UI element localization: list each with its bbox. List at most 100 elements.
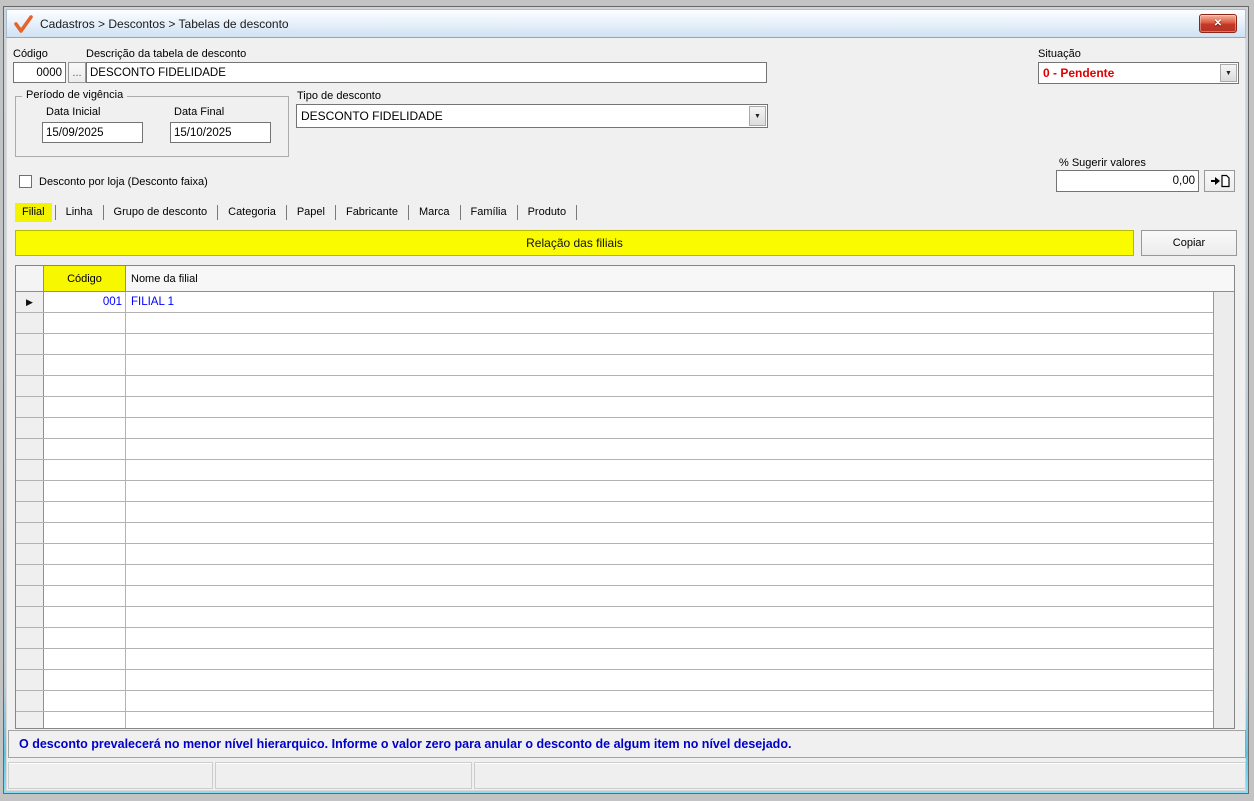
row-indicator-cell — [16, 313, 44, 333]
tipo-desconto-label: Tipo de desconto — [297, 90, 381, 102]
cell-codigo — [44, 397, 126, 417]
grid-vertical-scrollbar[interactable] — [1213, 292, 1234, 728]
table-row[interactable] — [16, 649, 1213, 670]
cell-codigo — [44, 313, 126, 333]
title-bar: Cadastros > Descontos > Tabelas de desco… — [6, 9, 1246, 38]
table-row[interactable] — [16, 544, 1213, 565]
situacao-value: 0 - Pendente — [1043, 63, 1218, 83]
descricao-label: Descrição da tabela de desconto — [86, 48, 246, 60]
table-row[interactable] — [16, 691, 1213, 712]
table-row[interactable] — [16, 418, 1213, 439]
row-indicator-cell — [16, 670, 44, 690]
tab-papel[interactable]: Papel — [290, 203, 332, 222]
tab-categoria[interactable]: Categoria — [221, 203, 283, 222]
tab-grupo-de-desconto[interactable]: Grupo de desconto — [107, 203, 215, 222]
cell-nome — [126, 418, 1213, 438]
tab-fabricante[interactable]: Fabricante — [339, 203, 405, 222]
table-row[interactable] — [16, 313, 1213, 334]
row-indicator-cell — [16, 544, 44, 564]
table-row[interactable] — [16, 565, 1213, 586]
cell-codigo — [44, 691, 126, 711]
app-logo-checkmark-icon — [14, 15, 34, 33]
table-row[interactable] — [16, 334, 1213, 355]
table-row[interactable] — [16, 670, 1213, 691]
sugerir-valores-input[interactable] — [1056, 170, 1199, 192]
table-row[interactable] — [16, 502, 1213, 523]
codigo-input[interactable] — [13, 62, 66, 83]
row-indicator-cell — [16, 628, 44, 648]
grid-header: Código Nome da filial — [16, 266, 1234, 292]
table-row[interactable] — [16, 397, 1213, 418]
tab-filial[interactable]: Filial — [15, 203, 52, 222]
tab-separator — [217, 205, 218, 220]
row-indicator-cell — [16, 334, 44, 354]
desconto-por-loja-label: Desconto por loja (Desconto faixa) — [39, 176, 208, 188]
tipo-desconto-value: DESCONTO FIDELIDADE — [301, 105, 747, 127]
table-row[interactable] — [16, 586, 1213, 607]
periodo-vigencia-group: Período de vigência Data Inicial Data Fi… — [15, 96, 289, 157]
cell-codigo — [44, 376, 126, 396]
row-indicator-cell — [16, 460, 44, 480]
tipo-desconto-dropdown-icon[interactable]: ▼ — [749, 106, 766, 126]
cell-codigo — [44, 628, 126, 648]
filiais-grid: Código Nome da filial ▶ 001 FILIAL 1 — [15, 265, 1235, 729]
tab-separator — [286, 205, 287, 220]
cell-codigo — [44, 565, 126, 585]
table-row[interactable] — [16, 607, 1213, 628]
table-row-selected[interactable]: ▶ 001 FILIAL 1 — [16, 292, 1213, 313]
table-row[interactable] — [16, 460, 1213, 481]
tipo-desconto-select[interactable]: DESCONTO FIDELIDADE ▼ — [296, 104, 768, 128]
descricao-input[interactable] — [86, 62, 767, 83]
row-indicator-cell — [16, 712, 44, 728]
table-row[interactable] — [16, 628, 1213, 649]
codigo-browse-button[interactable]: ... — [68, 62, 86, 83]
table-row[interactable] — [16, 523, 1213, 544]
status-panel-2 — [215, 762, 472, 789]
apply-sugerir-button[interactable] — [1204, 170, 1235, 192]
table-row[interactable] — [16, 376, 1213, 397]
table-row[interactable] — [16, 712, 1213, 728]
tab-marca[interactable]: Marca — [412, 203, 457, 222]
data-inicial-input[interactable] — [42, 122, 143, 143]
desconto-por-loja-row: Desconto por loja (Desconto faixa) — [19, 175, 208, 188]
table-row[interactable] — [16, 355, 1213, 376]
tab-linha[interactable]: Linha — [59, 203, 100, 222]
cell-nome — [126, 565, 1213, 585]
close-button[interactable]: ✕ — [1199, 14, 1237, 33]
cell-nome — [126, 607, 1213, 627]
table-row[interactable] — [16, 481, 1213, 502]
band-title: Relação das filiais — [15, 230, 1134, 256]
hint-message-bar: O desconto prevalecerá no menor nível hi… — [8, 730, 1246, 758]
situacao-dropdown-icon[interactable]: ▼ — [1220, 64, 1237, 82]
tab-familia[interactable]: Família — [464, 203, 514, 222]
situacao-select[interactable]: 0 - Pendente ▼ — [1038, 62, 1239, 84]
cell-codigo: 001 — [44, 292, 126, 312]
grid-header-codigo: Código — [44, 266, 126, 291]
cell-codigo — [44, 649, 126, 669]
copy-button[interactable]: Copiar — [1141, 230, 1237, 256]
tab-separator — [103, 205, 104, 220]
cell-nome — [126, 397, 1213, 417]
cell-nome — [126, 712, 1213, 728]
cell-codigo — [44, 712, 126, 728]
row-indicator-cell — [16, 376, 44, 396]
row-indicator-cell — [16, 607, 44, 627]
table-row[interactable] — [16, 439, 1213, 460]
cell-nome — [126, 523, 1213, 543]
row-indicator-cell — [16, 439, 44, 459]
tab-produto[interactable]: Produto — [521, 203, 574, 222]
row-indicator-cell — [16, 649, 44, 669]
grid-header-nome: Nome da filial — [126, 266, 1234, 291]
arrow-to-document-icon — [1210, 174, 1230, 188]
periodo-vigencia-legend: Período de vigência — [22, 89, 127, 101]
data-final-input[interactable] — [170, 122, 271, 143]
cell-codigo — [44, 544, 126, 564]
row-indicator-cell — [16, 523, 44, 543]
desconto-por-loja-checkbox[interactable] — [19, 175, 32, 188]
cell-nome — [126, 355, 1213, 375]
row-indicator-cell — [16, 481, 44, 501]
row-indicator-cell — [16, 397, 44, 417]
cell-codigo — [44, 439, 126, 459]
data-inicial-label: Data Inicial — [46, 106, 100, 118]
cell-codigo — [44, 502, 126, 522]
